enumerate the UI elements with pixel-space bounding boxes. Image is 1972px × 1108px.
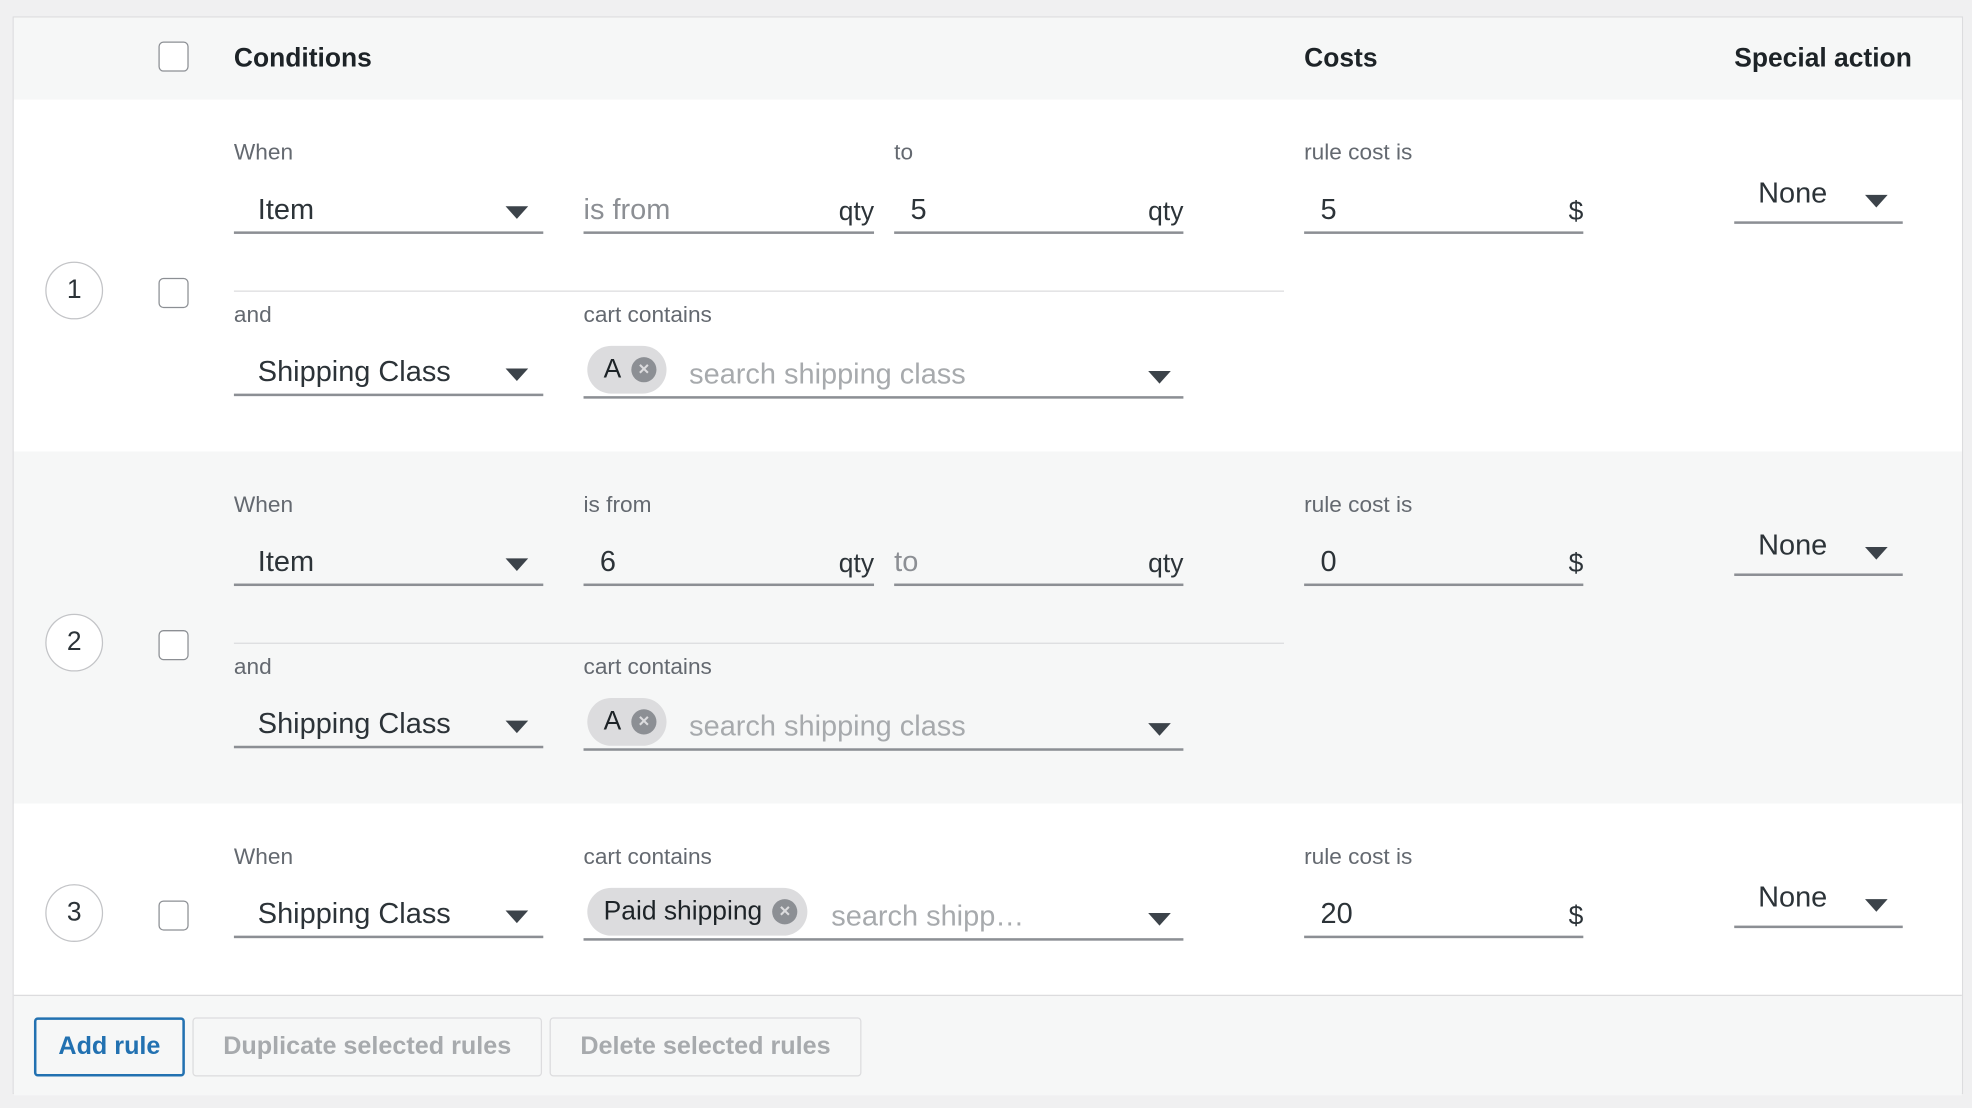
divider	[233, 642, 1285, 644]
table-footer: Add rule Duplicate selected rules Delete…	[13, 994, 1962, 1096]
to-unit: qty	[1148, 197, 1184, 227]
select-all-checkbox[interactable]	[158, 41, 189, 72]
when-value: Item	[257, 544, 315, 578]
rule-checkbox[interactable]	[158, 277, 189, 309]
rule-number: 1	[45, 261, 104, 320]
when-label: When	[233, 491, 294, 517]
special-action-value: None	[1758, 176, 1828, 209]
shipping-class-multiselect[interactable]: A × search shipping class	[583, 345, 1184, 399]
when-select[interactable]: Shipping Class	[233, 890, 544, 939]
chevron-down-icon	[1148, 370, 1171, 384]
cart-contains-label: cart contains	[583, 653, 712, 680]
currency-symbol: $	[1568, 901, 1584, 931]
when-select[interactable]: Item	[233, 186, 544, 234]
rule-checkbox[interactable]	[158, 900, 189, 931]
cart-contains-label: cart contains	[583, 301, 712, 327]
currency-symbol: $	[1568, 549, 1584, 579]
rule-number: 3	[45, 884, 104, 942]
delete-selected-rules-button[interactable]: Delete selected rules	[549, 1017, 862, 1077]
rule-row: 3 When Shipping Class cart contains Paid…	[13, 803, 1962, 995]
to-placeholder: to	[894, 544, 919, 578]
costs-header: Costs	[1304, 44, 1378, 73]
rules-table: Conditions Costs Special action 1 When I…	[12, 16, 1964, 1096]
to-label: to	[894, 139, 914, 165]
chevron-down-icon	[505, 910, 529, 924]
chevron-down-icon	[1865, 899, 1888, 912]
and-value: Shipping Class	[257, 706, 451, 740]
from-unit: qty	[838, 197, 875, 227]
remove-chip-icon[interactable]: ×	[631, 709, 657, 735]
remove-chip-icon[interactable]: ×	[772, 899, 798, 925]
shipping-class-chip: A ×	[587, 345, 667, 394]
currency-symbol: $	[1568, 197, 1584, 227]
special-action-value: None	[1758, 880, 1828, 914]
rule-row: 2 When Item is from 6 qty to qty and Shi…	[13, 451, 1962, 804]
chip-label: A	[603, 706, 622, 736]
from-input[interactable]: 6 qty	[583, 538, 875, 587]
and-label: and	[233, 653, 272, 680]
when-label: When	[233, 843, 294, 870]
when-value: Item	[257, 192, 315, 226]
chip-label: Paid shipping	[603, 896, 763, 926]
and-value: Shipping Class	[257, 354, 451, 388]
and-select[interactable]: Shipping Class	[233, 348, 544, 397]
from-label: is from	[583, 491, 652, 517]
chevron-down-icon	[505, 368, 529, 382]
chevron-down-icon	[505, 206, 529, 219]
to-input[interactable]: 5 qty	[894, 186, 1184, 234]
when-label: When	[233, 139, 294, 165]
chevron-down-icon	[1148, 723, 1171, 736]
remove-chip-icon[interactable]: ×	[631, 357, 657, 383]
from-value: 6	[599, 544, 616, 578]
rule-cost-label: rule cost is	[1304, 139, 1413, 165]
from-unit: qty	[838, 549, 875, 579]
conditions-header: Conditions	[233, 44, 372, 73]
shipping-class-chip: Paid shipping ×	[587, 887, 808, 936]
and-select[interactable]: Shipping Class	[233, 700, 544, 749]
special-action-select[interactable]: None	[1734, 874, 1903, 929]
search-placeholder: search shipping class	[689, 357, 966, 390]
rule-cost-value: 5	[1320, 192, 1337, 226]
from-input[interactable]: is from qty	[583, 186, 875, 234]
and-label: and	[233, 301, 272, 327]
special-action-select[interactable]: None	[1734, 522, 1903, 576]
search-placeholder: search shipp…	[831, 899, 1025, 932]
chevron-down-icon	[1148, 913, 1171, 926]
chevron-down-icon	[1865, 194, 1888, 208]
special-action-header: Special action	[1734, 44, 1912, 73]
from-placeholder: is from	[583, 192, 671, 226]
rule-checkbox[interactable]	[158, 630, 189, 661]
chevron-down-icon	[505, 558, 529, 571]
rule-cost-input[interactable]: 0 $	[1304, 538, 1584, 587]
divider	[233, 290, 1285, 292]
rule-cost-value: 0	[1320, 544, 1337, 578]
to-input[interactable]: to qty	[894, 538, 1184, 587]
chevron-down-icon	[505, 720, 529, 734]
rule-cost-input[interactable]: 5 $	[1304, 186, 1584, 234]
rule-cost-input[interactable]: 20 $	[1304, 890, 1584, 939]
rule-row: 1 When Item is from qty to 5 qty and Shi…	[13, 99, 1962, 452]
add-rule-button[interactable]: Add rule	[33, 1017, 185, 1077]
to-unit: qty	[1148, 549, 1184, 579]
when-value: Shipping Class	[257, 896, 451, 930]
rule-number: 2	[45, 613, 104, 672]
special-action-select[interactable]: None	[1734, 170, 1903, 224]
duplicate-selected-rules-button[interactable]: Duplicate selected rules	[192, 1017, 543, 1077]
shipping-class-chip: A ×	[587, 697, 667, 746]
when-select[interactable]: Item	[233, 538, 544, 587]
table-header: Conditions Costs Special action	[13, 17, 1962, 101]
chevron-down-icon	[1865, 547, 1888, 560]
shipping-class-multiselect[interactable]: A × search shipping class	[583, 697, 1184, 751]
special-action-value: None	[1758, 528, 1828, 561]
to-value: 5	[910, 192, 927, 226]
search-placeholder: search shipping class	[689, 709, 966, 742]
cart-contains-label: cart contains	[583, 843, 712, 870]
rule-cost-label: rule cost is	[1304, 843, 1413, 870]
rule-cost-label: rule cost is	[1304, 491, 1413, 517]
chip-label: A	[603, 354, 622, 384]
shipping-class-multiselect[interactable]: Paid shipping × search shipp…	[583, 887, 1184, 941]
rule-cost-value: 20	[1320, 896, 1353, 930]
